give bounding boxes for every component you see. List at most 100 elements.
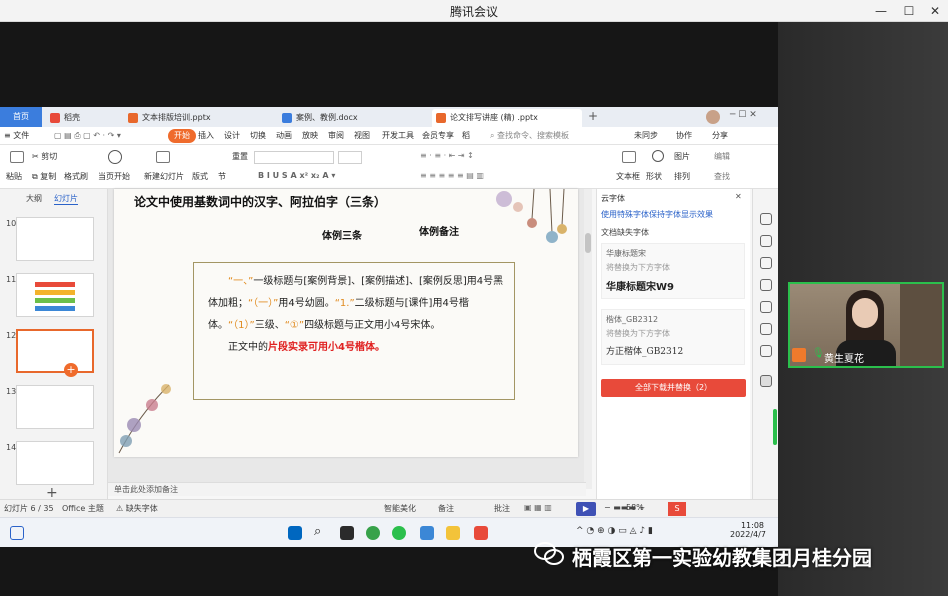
slide-thumbnail-selected[interactable] — [16, 329, 94, 373]
participant-video-tile[interactable]: 🎙 黄生夏花 — [788, 282, 944, 368]
notes-area[interactable]: 单击此处添加备注 — [108, 482, 586, 496]
vertical-scrollbar[interactable] — [584, 189, 592, 489]
animation-icon[interactable] — [760, 235, 772, 247]
new-slide-button[interactable]: 新建幻灯片 — [144, 171, 184, 182]
paste-button[interactable]: 粘贴 — [6, 171, 22, 182]
maximize-button[interactable]: ☐ — [898, 1, 920, 21]
slide-thumbnail[interactable] — [16, 273, 94, 317]
folder-icon[interactable] — [446, 526, 460, 540]
avatar[interactable] — [706, 110, 720, 124]
shape-button[interactable]: 形状 — [646, 171, 662, 182]
view-buttons[interactable]: ▣ ▦ ▥ — [524, 503, 552, 512]
menu-view[interactable]: 视图 — [354, 129, 370, 143]
minimize-button[interactable]: — — [870, 1, 892, 21]
text-format-buttons[interactable]: B I U S A x² x₂ A ▾ — [258, 171, 335, 180]
menu-bar: ≡ 文件 ▢ ▤ ⎙ ▢ ↶ · ↷ ▾ 开始 插入 设计 切换 动画 放映 审… — [0, 127, 778, 145]
missing-font-button[interactable]: ⚠ 缺失字体 — [116, 503, 158, 514]
outline-tab[interactable]: 大纲 — [26, 193, 42, 204]
find-button[interactable]: 查找 — [714, 171, 730, 182]
arrange-button[interactable]: 排列 — [674, 171, 690, 182]
slides-tab[interactable]: 幻灯片 — [54, 193, 78, 205]
tab-daoke[interactable]: 稻壳 — [46, 109, 118, 127]
slide-number: 11 — [6, 275, 17, 284]
copy-button[interactable]: ⧉ 复制 — [32, 171, 56, 182]
align-buttons[interactable]: ≡ ≡ ≡ ≡ ≡ ▤ ▥ — [420, 171, 484, 180]
font-size-select[interactable] — [338, 151, 362, 164]
microphone-icon[interactable]: 🎙 — [812, 348, 825, 359]
tab-docx[interactable]: 案例、教例.docx — [278, 109, 428, 127]
menu-start[interactable]: 开始 — [168, 129, 196, 143]
missing-font-card[interactable]: 楷体_GB2312 将替换为下方字体 方正楷体_GB2312 — [601, 309, 745, 365]
menu-design[interactable]: 设计 — [224, 129, 240, 143]
slide-thumbnail[interactable] — [16, 441, 94, 485]
menu-animation[interactable]: 动画 — [276, 129, 292, 143]
command-search[interactable]: ⌕ 查找命令、搜索模板 — [490, 129, 610, 143]
wechat-icon[interactable] — [392, 526, 406, 540]
task-view-icon[interactable] — [340, 526, 354, 540]
clock[interactable]: 11:08 2022/4/7 — [730, 521, 766, 539]
quick-access-toolbar[interactable]: ▢ ▤ ⎙ ▢ ↶ · ↷ ▾ — [54, 129, 164, 143]
menu-file[interactable]: ≡ 文件 — [4, 129, 29, 143]
download-all-fonts-button[interactable]: 全部下载并替换（2） — [601, 379, 746, 397]
slide-thumbnail[interactable] — [16, 385, 94, 429]
layers-icon[interactable] — [760, 279, 772, 291]
sync-status[interactable]: 未同步 — [634, 129, 658, 143]
collaborate-button[interactable]: 协作 — [676, 129, 692, 143]
browser-icon[interactable] — [366, 526, 380, 540]
layout-button[interactable]: 版式 — [192, 171, 208, 182]
window-controls[interactable]: ─ ☐ ✕ — [730, 110, 757, 120]
reset-button[interactable]: 重置 — [232, 151, 248, 162]
missing-font-card[interactable]: 华康标题宋 将替换为下方字体 华康标题宋W9 — [601, 243, 745, 299]
slide[interactable]: 论文中使用基数词中的汉字、阿拉伯字（三条） 体例三条 体例备注 “一、”一级标题… — [114, 189, 578, 457]
desktop-icon[interactable] — [10, 526, 24, 540]
slideshow-play-button[interactable]: ▶ — [576, 502, 596, 516]
slide-content-textbox[interactable]: “一、”一级标题与[案例背景]、[案例描述]、[案例反思]用4号黑体加粗；“（一… — [193, 262, 515, 400]
menu-insert[interactable]: 插入 — [198, 129, 214, 143]
menu-developer[interactable]: 开发工具 — [382, 129, 414, 143]
add-slide-icon[interactable]: + — [64, 363, 78, 377]
menu-review[interactable]: 审阅 — [328, 129, 344, 143]
search-icon[interactable]: ⌕ — [314, 524, 321, 539]
menu-member[interactable]: 会员专享 — [422, 129, 454, 143]
settings-icon[interactable] — [760, 257, 772, 269]
notes-toggle[interactable]: 备注 — [438, 503, 454, 514]
input-method-icon[interactable]: S — [668, 502, 686, 516]
slide-thumbnail[interactable] — [16, 217, 94, 261]
flower-decoration-icon — [496, 189, 567, 243]
host-badge-icon — [792, 348, 806, 362]
home-tab[interactable]: 首页 — [0, 107, 42, 127]
start-icon[interactable] — [288, 526, 302, 540]
section-button[interactable]: 节 — [218, 171, 226, 182]
edit-button[interactable]: 编辑 — [714, 151, 730, 162]
tab-ppt-training[interactable]: 文本排版培训.pptx — [124, 109, 274, 127]
system-tray[interactable]: ^ ◔ ⊕ ◑ ▭ ◬ ♪ ▮ — [576, 526, 653, 536]
text-icon[interactable] — [760, 375, 772, 387]
pane-scroll-indicator[interactable] — [773, 409, 777, 445]
cut-button[interactable]: ✂ 剪切 — [32, 151, 57, 162]
close-button[interactable]: ✕ — [924, 1, 946, 21]
pane-close-icon[interactable]: ✕ — [735, 192, 742, 201]
comment-icon[interactable] — [760, 323, 772, 335]
wps-icon[interactable] — [474, 526, 488, 540]
smart-beautify-button[interactable]: 智能美化 — [384, 503, 416, 514]
slide-counter: 幻灯片 6 / 35 — [4, 504, 54, 513]
font-family-select[interactable] — [254, 151, 334, 164]
menu-slideshow[interactable]: 放映 — [302, 129, 318, 143]
menu-transition[interactable]: 切换 — [250, 129, 266, 143]
textbox-button[interactable]: 文本框 — [616, 171, 640, 182]
list-buttons[interactable]: ≡ · ≡ · ⇤ ⇥ ↕ — [420, 151, 474, 160]
style-icon[interactable] — [760, 213, 772, 225]
meeting-icon[interactable] — [420, 526, 434, 540]
share-icon[interactable] — [760, 345, 772, 357]
help-icon[interactable] — [760, 301, 772, 313]
comments-toggle[interactable]: 批注 — [494, 503, 510, 514]
menu-daoke[interactable]: 稻 — [462, 129, 470, 143]
play-from-current-button[interactable]: 当页开始 — [98, 171, 130, 182]
image-button[interactable]: 图片 — [674, 151, 690, 162]
share-button[interactable]: 分享 — [712, 129, 728, 143]
new-tab-icon[interactable]: + — [588, 109, 598, 123]
special-font-link[interactable]: 使用特殊字体保持字体显示效果 — [601, 209, 713, 220]
tab-lecture-active[interactable]: 论文排写讲座 (精) .pptx — [432, 109, 582, 127]
slide-number: 14 — [6, 443, 17, 452]
format-painter-button[interactable]: 格式刷 — [64, 171, 88, 182]
